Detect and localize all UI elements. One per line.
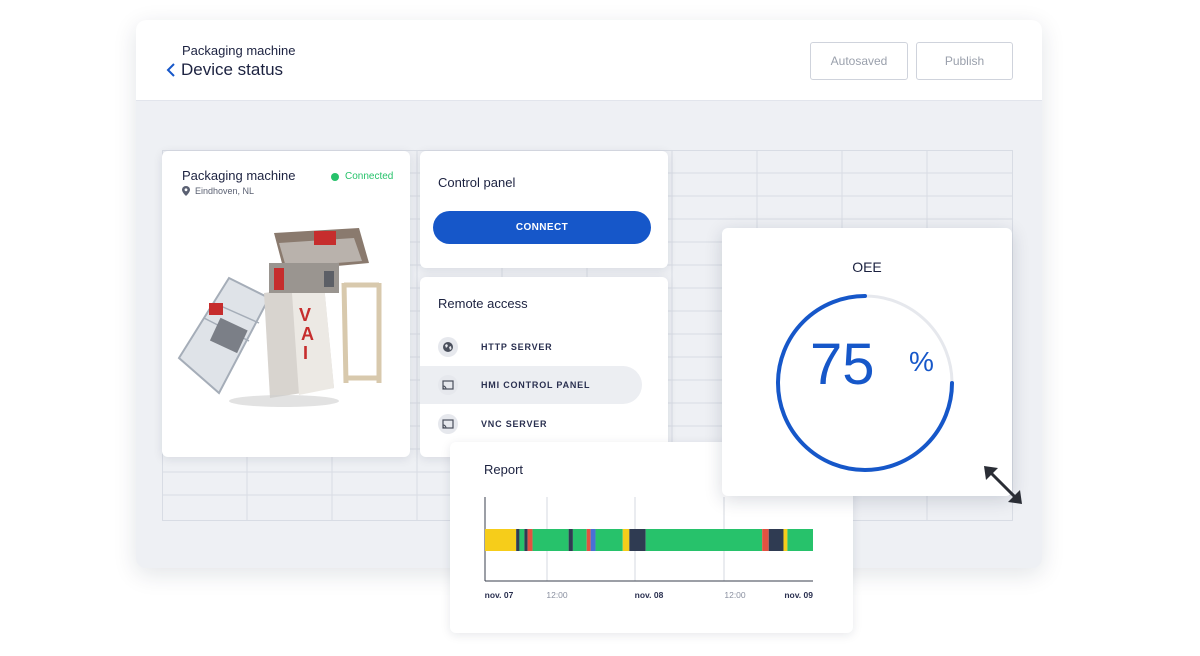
status-label: Connected bbox=[345, 171, 394, 182]
timeline-segment bbox=[519, 529, 525, 551]
breadcrumb[interactable]: Packaging machine bbox=[182, 43, 295, 58]
page-header: Packaging machine Device status Autosave… bbox=[136, 20, 1042, 101]
device-card: Packaging machine Connected Eindhoven, N… bbox=[162, 151, 410, 457]
cast-icon bbox=[438, 414, 458, 434]
device-name: Packaging machine bbox=[182, 168, 296, 183]
status-dot-icon bbox=[331, 172, 339, 181]
control-panel-title: Control panel bbox=[438, 175, 516, 190]
timeline-axis-label: nov. 07 bbox=[485, 590, 514, 600]
remote-access-item-http-server[interactable]: HTTP SERVER bbox=[420, 328, 642, 366]
svg-text:A: A bbox=[301, 324, 314, 344]
svg-text:V: V bbox=[299, 305, 311, 325]
page-title: Device status bbox=[181, 60, 284, 79]
connect-button[interactable]: CONNECT bbox=[433, 211, 651, 244]
timeline-segment bbox=[768, 529, 784, 551]
oee-card: OEE 75 % bbox=[722, 228, 1012, 496]
publish-button[interactable]: Publish bbox=[916, 42, 1013, 80]
chevron-left-icon[interactable] bbox=[164, 62, 178, 78]
timeline-segment bbox=[787, 529, 813, 551]
location-label: Eindhoven, NL bbox=[195, 186, 255, 196]
oee-unit: % bbox=[909, 346, 934, 377]
connection-status: Connected bbox=[331, 171, 393, 182]
timeline-axis-labels: nov. 07 12:00 nov. 08 12:00 nov. 09 bbox=[485, 590, 814, 600]
timeline-segment bbox=[762, 529, 769, 551]
timeline-segment bbox=[524, 529, 528, 551]
timeline-axis-label: nov. 09 bbox=[784, 590, 813, 600]
device-location: Eindhoven, NL bbox=[182, 186, 254, 196]
autosaved-button[interactable]: Autosaved bbox=[810, 42, 908, 80]
cast-icon bbox=[438, 375, 458, 395]
timeline-segment bbox=[572, 529, 587, 551]
remote-access-item-label: VNC SERVER bbox=[481, 419, 548, 429]
remote-access-item-vnc-server[interactable]: VNC SERVER bbox=[420, 405, 642, 443]
timeline-axis-label: 12:00 bbox=[546, 590, 568, 600]
remote-access-item-label: HTTP SERVER bbox=[481, 342, 553, 352]
remote-access-card: Remote access HTTP SERVER HMI CONTROL PA… bbox=[420, 277, 668, 457]
remote-access-item-label: HMI CONTROL PANEL bbox=[481, 380, 591, 390]
machine-image: V A I bbox=[177, 228, 382, 407]
remote-access-item-hmi-control-panel[interactable]: HMI CONTROL PANEL bbox=[420, 366, 642, 404]
timeline-segment bbox=[629, 529, 646, 551]
timeline-segment bbox=[586, 529, 591, 551]
location-pin-icon bbox=[182, 186, 190, 196]
timeline-segment bbox=[590, 529, 596, 551]
timeline-segment bbox=[568, 529, 573, 551]
timeline-axis-label: 12:00 bbox=[724, 590, 746, 600]
timeline-segment bbox=[485, 529, 517, 551]
timeline-segment bbox=[527, 529, 533, 551]
timeline-segment bbox=[645, 529, 763, 551]
oee-value: 75 bbox=[810, 332, 875, 397]
timeline-segment bbox=[595, 529, 623, 551]
resize-handle-icon[interactable] bbox=[982, 464, 1024, 506]
timeline-segment bbox=[783, 529, 788, 551]
timeline-axis-label: nov. 08 bbox=[635, 590, 664, 600]
timeline-bar bbox=[485, 529, 813, 551]
control-panel-card: Control panel CONNECT bbox=[420, 151, 668, 268]
remote-access-title: Remote access bbox=[438, 296, 528, 311]
timeline-segment bbox=[622, 529, 630, 551]
timeline-segment bbox=[532, 529, 569, 551]
svg-text:I: I bbox=[303, 343, 308, 363]
globe-icon bbox=[438, 337, 458, 357]
timeline-segment bbox=[516, 529, 520, 551]
